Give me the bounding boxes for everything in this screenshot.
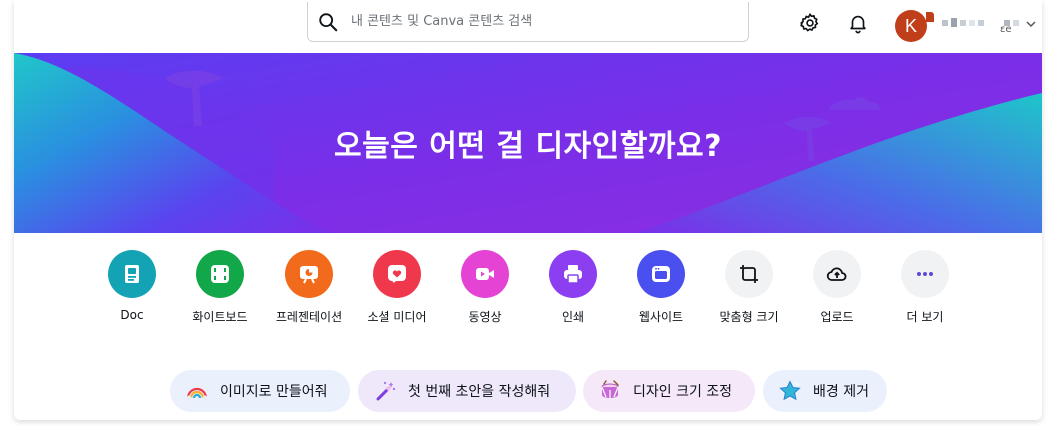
suggestion-chips: 이미지로 만들어줘 첫 번째 초안을 작성해줘 디자인 크기 조정 배경 제거 [14,370,1042,412]
design-type-label: 업로드 [820,310,854,324]
website-icon [637,250,685,298]
printer-icon [549,250,597,298]
suggestion-label: 이미지로 만들어줘 [220,384,328,400]
suggestion-label: 디자인 크기 조정 [633,384,733,400]
suggestion-chip-draft[interactable]: 첫 번째 초안을 작성해줘 [358,370,576,412]
whiteboard-icon [196,250,244,298]
design-type-print[interactable]: 인쇄 [528,250,618,325]
design-type-row: Doc 화이트보드 프레젠테이션 소셜 미디어 동영상 인쇄 웹사이트 맞춤형 … [14,250,1042,330]
suggestion-chip-resize[interactable]: 디자인 크기 조정 [583,370,755,412]
suggestion-chip-image[interactable]: 이미지로 만들어줘 [170,370,350,412]
design-type-label: 인쇄 [561,310,585,324]
design-type-upload[interactable]: 업로드 [792,250,882,325]
presentation-icon [285,250,333,298]
design-type-more[interactable]: 더 보기 [880,250,970,325]
bell-icon[interactable] [846,11,870,35]
team-badge [926,12,934,22]
search-input[interactable] [349,13,748,30]
magic-wand-icon [372,378,398,404]
search-bar[interactable] [307,2,749,42]
design-type-label: 웹사이트 [638,310,684,324]
design-type-label: 화이트보드 [192,310,248,324]
hero-title: 오늘은 어떤 걸 디자인할까요? [334,129,722,164]
chevron-down-icon[interactable] [1025,18,1037,30]
design-type-label: 동영상 [468,310,502,324]
account-suffix: ɛe [1000,24,1012,35]
drum-icon [597,378,623,404]
design-type-presentation[interactable]: 프레젠테이션 [264,250,354,325]
resize-icon [725,250,773,298]
doc-icon [108,250,156,298]
design-type-video[interactable]: 동영상 [440,250,530,325]
star-icon [777,378,803,404]
search-icon [319,12,338,31]
design-type-label: 맞춤형 크기 [719,310,779,324]
home-panel: K ɛe [14,0,1042,420]
upload-cloud-icon [813,250,861,298]
suggestion-label: 배경 제거 [813,384,869,400]
video-icon [461,250,509,298]
avatar[interactable]: K [895,10,927,42]
design-type-label: Doc [120,308,144,322]
suggestion-chip-remove-bg[interactable]: 배경 제거 [763,370,887,412]
more-icon [901,250,949,298]
hero-banner: 오늘은 어떤 걸 디자인할까요? [14,53,1042,233]
suggestion-label: 첫 번째 초안을 작성해줘 [408,384,551,400]
design-type-custom-size[interactable]: 맞춤형 크기 [704,250,794,325]
settings-icon[interactable] [798,11,822,35]
rainbow-icon [184,378,210,404]
design-type-label: 더 보기 [906,310,944,324]
heart-icon [373,250,421,298]
design-type-whiteboard[interactable]: 화이트보드 [175,250,265,325]
design-type-doc[interactable]: Doc [87,250,177,322]
design-type-label: 소셜 미디어 [367,310,427,324]
design-type-label: 프레젠테이션 [275,310,343,324]
design-type-social-media[interactable]: 소셜 미디어 [352,250,442,325]
design-type-website[interactable]: 웹사이트 [616,250,706,325]
